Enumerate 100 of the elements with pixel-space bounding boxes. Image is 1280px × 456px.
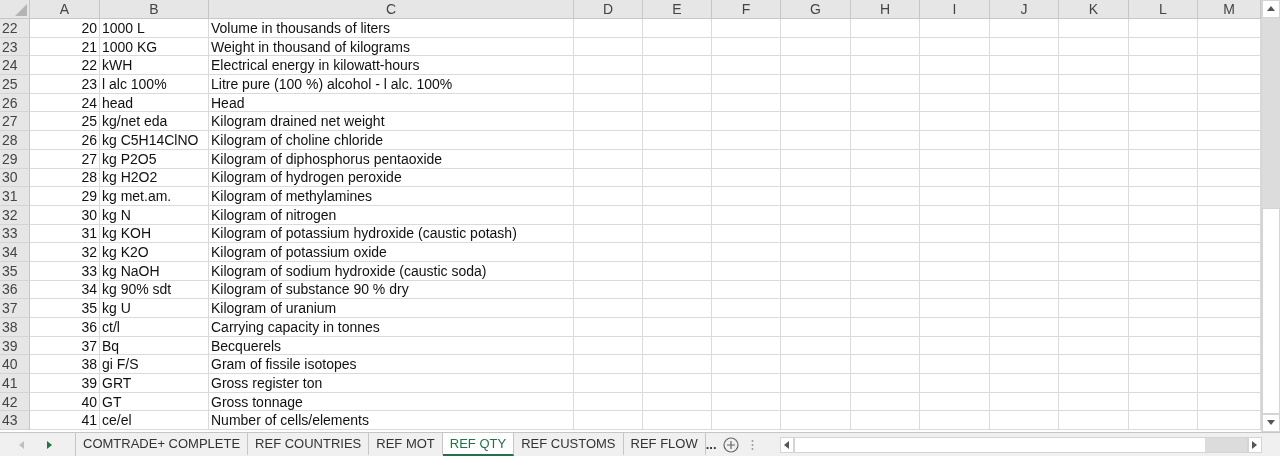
scroll-right-icon[interactable]	[1251, 440, 1259, 449]
row-header[interactable]: 27	[0, 112, 30, 132]
splitter-handle-icon[interactable]	[750, 438, 754, 451]
empty-cell	[712, 93, 781, 113]
empty-cell	[712, 374, 781, 393]
empty-cell	[990, 224, 1059, 244]
empty-cell	[920, 243, 990, 262]
scroll-down-icon[interactable]	[1267, 419, 1275, 427]
table-cell: 27	[30, 149, 100, 169]
table-cell: 1000 L	[100, 19, 209, 38]
empty-cell	[781, 243, 851, 262]
sheet-tab[interactable]: COMTRADE+ COMPLETE	[76, 433, 249, 456]
table-cell: 34	[30, 280, 100, 300]
table-cell: l alc 100%	[100, 75, 209, 94]
empty-cell	[851, 280, 920, 300]
table-cell: head	[100, 93, 209, 113]
empty-cell	[643, 261, 712, 281]
column-header[interactable]: C	[209, 0, 574, 18]
empty-cell	[1059, 205, 1129, 225]
row-header[interactable]: 22	[0, 19, 30, 38]
row-header[interactable]: 38	[0, 318, 30, 337]
row-header[interactable]: 40	[0, 355, 30, 375]
empty-cell	[1059, 187, 1129, 206]
column-header[interactable]: J	[990, 0, 1059, 18]
empty-cell	[920, 131, 990, 150]
table-cell: Kilogram of diphosphorus pentaoxide	[209, 149, 574, 169]
empty-cell	[990, 411, 1059, 431]
empty-cell	[712, 318, 781, 337]
empty-cell	[920, 75, 990, 94]
table-cell: ct/l	[100, 318, 209, 337]
row-header[interactable]: 31	[0, 187, 30, 206]
column-header[interactable]: K	[1059, 0, 1129, 18]
row-header[interactable]: 28	[0, 131, 30, 150]
column-header[interactable]: B	[100, 0, 209, 18]
column-header[interactable]: G	[781, 0, 851, 18]
table-cell: kg 90% sdt	[100, 280, 209, 300]
empty-cell	[781, 299, 851, 318]
empty-cell	[851, 318, 920, 337]
empty-cell	[851, 392, 920, 412]
row-header[interactable]: 24	[0, 56, 30, 76]
table-cell: Kilogram of potassium oxide	[209, 243, 574, 262]
empty-cell	[920, 112, 990, 132]
column-header[interactable]: F	[712, 0, 781, 18]
empty-cell	[990, 280, 1059, 300]
empty-cell	[781, 37, 851, 57]
empty-cell	[1129, 37, 1198, 57]
scroll-left-icon[interactable]	[783, 440, 791, 449]
empty-cell	[1059, 336, 1129, 356]
empty-cell	[1059, 93, 1129, 113]
table-cell: 24	[30, 93, 100, 113]
sheet-tab[interactable]: REF QTY	[442, 433, 515, 456]
column-header[interactable]: D	[574, 0, 643, 18]
empty-cell	[851, 355, 920, 375]
sheet-tab[interactable]: REF MOT	[369, 433, 443, 456]
empty-cell	[1059, 280, 1129, 300]
table-cell: 33	[30, 261, 100, 281]
empty-cell	[1129, 299, 1198, 318]
empty-cell	[990, 355, 1059, 375]
table-cell: 37	[30, 336, 100, 356]
empty-cell	[920, 355, 990, 375]
add-sheet-icon[interactable]	[722, 436, 739, 453]
empty-cell	[712, 299, 781, 318]
row-header[interactable]: 25	[0, 75, 30, 94]
column-header[interactable]: E	[643, 0, 712, 18]
empty-cell	[781, 93, 851, 113]
table-cell: 36	[30, 318, 100, 337]
empty-cell	[712, 168, 781, 188]
empty-cell	[851, 112, 920, 132]
column-header[interactable]: A	[30, 0, 100, 18]
column-header[interactable]: H	[851, 0, 920, 18]
next-sheet-icon[interactable]	[46, 440, 54, 449]
empty-cell	[643, 243, 712, 262]
sheet-tab[interactable]: REF CUSTOMS	[514, 433, 624, 456]
empty-cell	[1129, 93, 1198, 113]
empty-cell	[851, 37, 920, 57]
empty-cell	[574, 205, 643, 225]
row-header[interactable]: 34	[0, 243, 30, 262]
empty-cell	[781, 205, 851, 225]
row-header[interactable]: 37	[0, 299, 30, 318]
empty-cell	[781, 168, 851, 188]
table-cell: 38	[30, 355, 100, 375]
empty-cell	[1059, 355, 1129, 375]
empty-cell	[851, 131, 920, 150]
empty-cell	[712, 224, 781, 244]
empty-cell	[643, 392, 712, 412]
empty-cell	[712, 280, 781, 300]
column-header[interactable]: I	[920, 0, 990, 18]
vertical-scrollbar[interactable]	[1261, 0, 1280, 432]
empty-cell	[781, 187, 851, 206]
empty-cell	[851, 75, 920, 94]
more-sheets-button[interactable]: ...	[705, 433, 719, 456]
empty-cell	[990, 131, 1059, 150]
scroll-up-icon[interactable]	[1267, 5, 1275, 13]
row-header[interactable]: 43	[0, 411, 30, 431]
empty-cell	[851, 93, 920, 113]
sheet-tab[interactable]: REF FLOW	[623, 433, 706, 456]
empty-cell	[1059, 411, 1129, 431]
row-header[interactable]: 41	[0, 374, 30, 393]
column-header[interactable]: L	[1129, 0, 1198, 18]
sheet-tab[interactable]: REF COUNTRIES	[248, 433, 370, 456]
